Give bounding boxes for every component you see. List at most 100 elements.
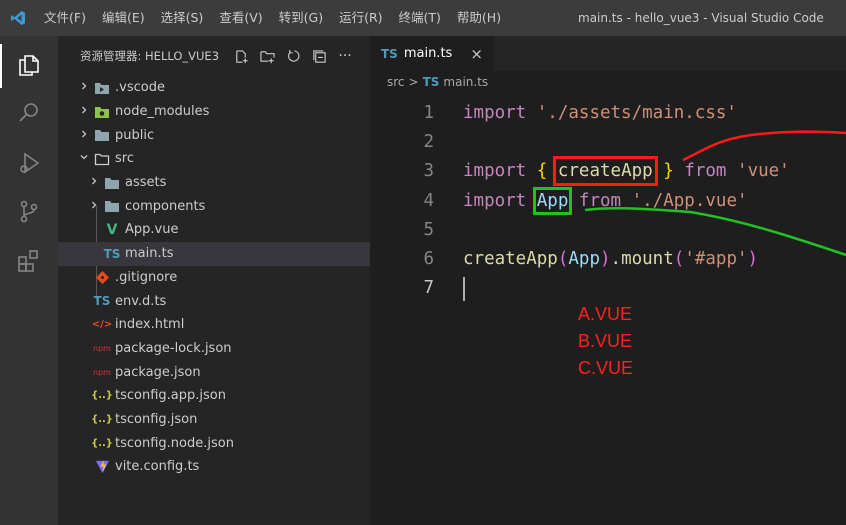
code-line: import './assets/main.css' — [463, 99, 737, 128]
tree-folder[interactable]: node_modules — [58, 100, 370, 124]
search-icon[interactable] — [14, 98, 44, 128]
code-token: import — [463, 161, 527, 182]
code-token: import — [463, 190, 527, 211]
refresh-icon[interactable] — [285, 48, 301, 64]
collapse-all-icon[interactable] — [311, 48, 327, 64]
tree-item-label: tsconfig.json — [115, 411, 198, 427]
menu-item[interactable]: 转到(G) — [271, 0, 331, 36]
code-token: from — [684, 161, 727, 182]
vscode-logo-icon[interactable] — [0, 0, 36, 36]
tree-item-label: index.html — [115, 317, 185, 333]
annotation-option: B.VUE — [578, 331, 633, 351]
menu-item[interactable]: 选择(S) — [153, 0, 212, 36]
code-token: App — [568, 249, 600, 269]
annotation-option: C.VUE — [578, 358, 634, 378]
code-token: import — [463, 103, 527, 123]
code-line: import App from './App.vue' — [463, 186, 748, 216]
menu-item[interactable]: 终端(T) — [391, 0, 449, 36]
code-line: import { createApp } from 'vue' — [463, 156, 790, 187]
tree-item-label: vite.config.ts — [115, 459, 200, 475]
extensions-icon[interactable] — [14, 246, 44, 276]
tree-file[interactable]: TS main.ts — [58, 241, 370, 266]
tree-file[interactable]: .gitignore — [58, 266, 370, 290]
tree-folder[interactable]: components — [58, 194, 370, 218]
line-number: 4 — [423, 190, 434, 211]
typescript-icon: TS — [422, 75, 440, 89]
more-icon[interactable]: ··· — [337, 48, 353, 64]
tree-file[interactable]: </> index.html — [58, 313, 370, 337]
tree-file[interactable]: TS env.d.ts — [58, 289, 370, 313]
chevron-right-icon — [78, 81, 90, 94]
menu-bar: 文件(F) 编辑(E) 选择(S) 查看(V) 转到(G) 运行(R) 终端(T) 帮助(H) — [36, 0, 509, 36]
chevron-right-icon — [78, 129, 90, 142]
vue-icon: V — [106, 221, 118, 238]
code-token: . — [610, 249, 622, 269]
menu-item[interactable]: 查看(V) — [211, 0, 270, 36]
tree-file[interactable]: npm package.json — [58, 360, 370, 384]
window-title: main.ts - hello_vue3 - Visual Studio Cod… — [578, 11, 824, 25]
tree-item-label: public — [115, 127, 155, 143]
tree-file[interactable]: {..} tsconfig.app.json — [58, 384, 370, 408]
tree-item-label: env.d.ts — [115, 293, 167, 309]
node-modules-folder-icon — [94, 104, 110, 120]
menu-item[interactable]: 运行(R) — [331, 0, 390, 36]
tree-folder[interactable]: .vscode — [58, 76, 370, 100]
tree-item-label: App.vue — [125, 222, 179, 238]
title-bar: 文件(F) 编辑(E) 选择(S) 查看(V) 转到(G) 运行(R) 终端(T) 帮助(H)… — [0, 0, 846, 36]
code-line: createApp(App).mount('#app') — [463, 245, 758, 274]
tree-item-label: main.ts — [125, 246, 174, 262]
tab-label: main.ts — [403, 46, 453, 61]
breadcrumb-file[interactable]: main.ts — [443, 75, 488, 89]
menu-item[interactable]: 帮助(H) — [449, 0, 509, 36]
git-icon — [94, 269, 110, 285]
text-cursor — [463, 277, 465, 302]
code-token: './assets/main.css' — [536, 103, 737, 123]
tree-item-label: tsconfig.node.json — [115, 435, 234, 451]
file-tree: .vscode node_modulespublic src assets compon… — [58, 76, 370, 479]
menu-item[interactable]: 文件(F) — [36, 0, 94, 36]
source-control-icon[interactable] — [14, 196, 44, 226]
chevron-down-icon — [78, 152, 90, 165]
menu-item[interactable]: 编辑(E) — [94, 0, 153, 36]
line-number: 5 — [423, 219, 434, 240]
explorer-actions: ··· — [233, 48, 353, 64]
chevron-right-icon — [88, 200, 100, 213]
tree-file[interactable]: {..} tsconfig.json — [58, 408, 370, 432]
tree-file[interactable]: {..} tsconfig.node.json — [58, 431, 370, 455]
new-folder-icon[interactable] — [259, 48, 275, 64]
line-number: 1 — [423, 103, 434, 123]
line-number: 6 — [423, 249, 434, 269]
tree-item-label: package.json — [115, 364, 201, 380]
highlighted-createApp: createApp — [552, 156, 658, 187]
line-number: 7 — [423, 278, 434, 299]
explorer-icon[interactable] — [14, 50, 44, 80]
run-debug-icon[interactable] — [14, 148, 44, 178]
typescript-icon: TS — [93, 294, 111, 309]
tree-folder[interactable]: src — [58, 147, 370, 171]
npm-icon: npm — [93, 343, 111, 353]
tree-folder[interactable]: public — [58, 123, 370, 147]
tree-file[interactable]: npm package-lock.json — [58, 337, 370, 361]
close-icon[interactable]: × — [470, 45, 483, 63]
new-file-icon[interactable] — [233, 48, 249, 64]
tree-file[interactable]: vite.config.ts — [58, 455, 370, 479]
tree-file[interactable]: V App.vue — [58, 218, 370, 242]
line-number: 2 — [423, 132, 434, 153]
explorer-header: 资源管理器: HELLO_VUE3 ··· — [58, 36, 370, 76]
tree-folder[interactable]: assets — [58, 171, 370, 195]
code-token: '#app' — [684, 249, 748, 269]
typescript-icon: TS — [103, 246, 121, 261]
tab-main-ts[interactable]: TS main.ts × — [370, 36, 494, 71]
json-icon: {..} — [91, 437, 113, 449]
breadcrumb-separator: > — [408, 75, 419, 89]
highlighted-App: App — [532, 186, 573, 215]
vscode-folder-icon — [94, 80, 110, 96]
breadcrumb: src > TS main.ts — [370, 71, 846, 93]
breadcrumb-folder[interactable]: src — [387, 75, 405, 89]
